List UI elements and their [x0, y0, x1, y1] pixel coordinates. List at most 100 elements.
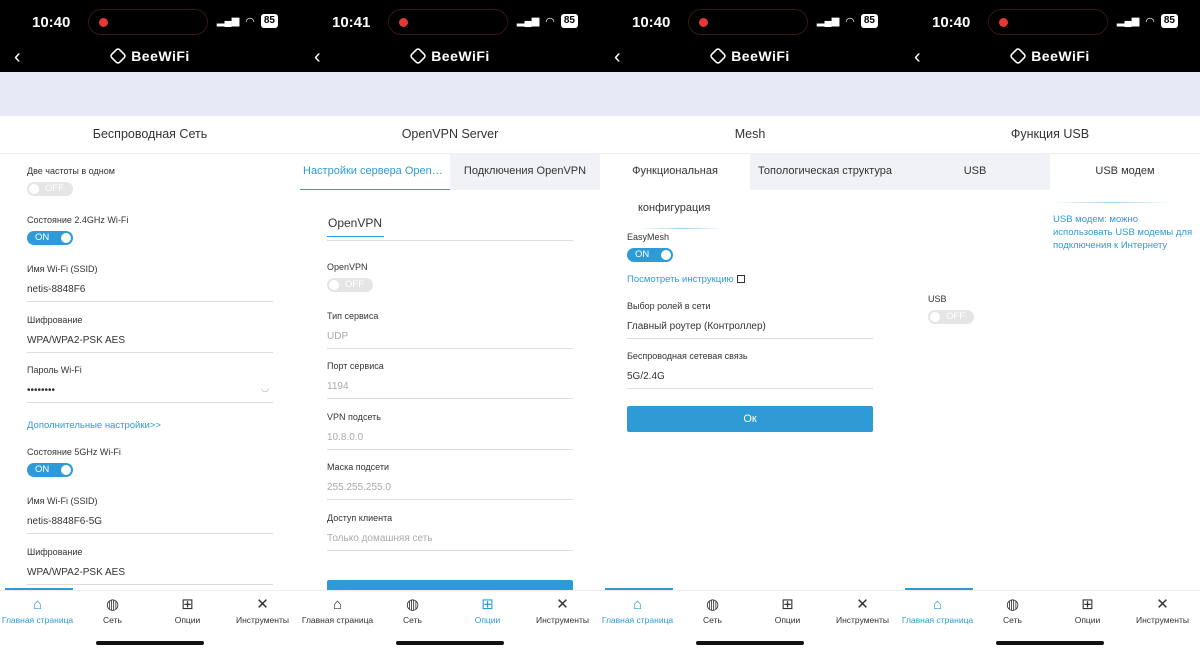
client-access-field: Доступ клиента Только домашняя сеть	[327, 513, 573, 551]
advanced-settings-link[interactable]: Дополнительные настройки>>	[27, 420, 161, 431]
tab-tools[interactable]: ✕ Инструменты	[825, 591, 900, 630]
wifi-icon: ◠	[1145, 15, 1155, 28]
backhaul-select[interactable]: 5G/2.4G	[627, 371, 873, 389]
field-label: Пароль Wi-Fi	[27, 365, 82, 375]
nav-bar: ‹ BeeWiFi	[300, 44, 600, 72]
tab-topology[interactable]: Топологическая структура	[750, 154, 900, 190]
status-bar: 10:40 ▂▄▆ ◠ 85	[900, 0, 1200, 44]
tools-icon: ✕	[256, 596, 269, 613]
field-label: Беспроводная сетевая связь	[627, 351, 748, 361]
status-icons: ▂▄▆ ◠ 85	[817, 14, 878, 28]
service-port-field: Порт сервиса 1194	[327, 361, 573, 399]
tab-home[interactable]: ⌂ Главная страница	[0, 591, 75, 630]
wifi-24-toggle[interactable]: ON	[27, 231, 73, 245]
record-dot-icon	[399, 18, 408, 27]
phone-mesh: 10:40 ▂▄▆ ◠ 85 ‹ BeeWiFi Mesh Функционал…	[600, 0, 900, 651]
status-icons: ▂▄▆ ◠ 85	[517, 14, 578, 28]
tab-functional-config-wrap[interactable]: конфигурация	[638, 202, 710, 214]
dual-band-field: Две частоты в одном OFF	[27, 166, 273, 196]
header-band	[900, 72, 1200, 116]
field-label: VPN подсеть	[327, 412, 381, 422]
field-label: Порт сервиса	[327, 361, 384, 371]
status-time: 10:40	[632, 14, 671, 31]
ok-button[interactable]: Ок	[627, 406, 873, 432]
field-label: Две частоты в одном	[27, 166, 115, 176]
tab-connections[interactable]: Подключения OpenVPN	[450, 154, 600, 190]
globe-icon: ◍	[705, 596, 720, 613]
openvpn-toggle[interactable]: OFF	[327, 278, 373, 292]
field-label: Состояние 5GHz Wi-Fi	[27, 447, 121, 457]
openvpn-form: OpenVPN OpenVPN OFF Тип сервиса UDP Порт…	[300, 190, 600, 590]
encryption-24-field: Шифрование WPA/WPA2-PSK AES	[27, 315, 273, 353]
section-title: OpenVPN	[327, 216, 385, 237]
easymesh-toggle[interactable]: ON	[627, 248, 673, 262]
easymesh-field: EasyMesh ON	[627, 232, 873, 262]
role-select[interactable]: Главный роутер (Контроллер)	[627, 321, 873, 339]
status-icons: ▂▄▆ ◠ 85	[217, 14, 278, 28]
brand-logo: BeeWiFi	[0, 46, 300, 66]
service-port-input[interactable]: 1194	[327, 381, 573, 399]
nav-bar: ‹ BeeWiFi	[900, 44, 1200, 72]
tab-network[interactable]: ◍ Сеть	[675, 591, 750, 630]
battery-icon: 85	[860, 14, 878, 28]
tools-icon: ✕	[556, 596, 569, 613]
signal-icon: ▂▄▆	[516, 15, 540, 27]
external-link-icon	[736, 275, 745, 283]
status-time: 10:40	[932, 14, 971, 31]
tab-network[interactable]: ◍ Сеть	[75, 591, 150, 630]
tab-usb-modem[interactable]: USB модем	[1050, 154, 1200, 190]
client-access-select[interactable]: Только домашняя сеть	[327, 533, 573, 551]
subnet-mask-input[interactable]: 255.255.255.0	[327, 482, 573, 500]
tab-options[interactable]: ⊞ Опции	[1050, 591, 1125, 630]
beewifi-logo-icon	[409, 46, 428, 66]
home-indicator	[396, 641, 504, 645]
mesh-form: EasyMesh ON Посмотреть инструкцию Выбор …	[600, 230, 900, 590]
dynamic-island	[88, 9, 208, 35]
encryption-5-select[interactable]: WPA/WPA2-PSK AES	[27, 567, 273, 585]
service-type-select[interactable]: UDP	[327, 331, 573, 349]
tab-tools[interactable]: ✕ Инструменты	[525, 591, 600, 630]
grid-icon: ⊞	[481, 596, 494, 613]
nav-bar: ‹ BeeWiFi	[600, 44, 900, 72]
subnet-mask-field: Маска подсети 255.255.255.0	[327, 462, 573, 500]
tab-network[interactable]: ◍ Сеть	[375, 591, 450, 630]
phone-wireless: 10:40 ▂▄▆ ◠ 85 ‹ BeeWiFi Беспроводная Се…	[0, 0, 300, 651]
save-button[interactable]	[327, 580, 573, 590]
tab-home[interactable]: ⌂ Главная страница	[600, 591, 675, 630]
globe-icon: ◍	[105, 596, 120, 613]
tab-home[interactable]: ⌂ Главная страница	[900, 591, 975, 630]
mesh-subtabs: Функциональная Топологическая структура	[600, 154, 900, 190]
ssid-24-input[interactable]: netis-8848F6	[27, 284, 273, 302]
ssid-5-input[interactable]: netis-8848F6-5G	[27, 516, 273, 534]
tab-options[interactable]: ⊞ Опции	[150, 591, 225, 630]
wifi-icon: ◠	[845, 15, 855, 28]
tab-usb[interactable]: USB	[900, 154, 1050, 190]
view-instruction-link[interactable]: Посмотреть инструкцию	[627, 274, 745, 285]
vpn-subnet-input[interactable]: 10.8.0.0	[327, 432, 573, 450]
grid-icon: ⊞	[781, 596, 794, 613]
tab-options[interactable]: ⊞ Опции	[750, 591, 825, 630]
tab-options[interactable]: ⊞ Опции	[450, 591, 525, 630]
battery-icon: 85	[1160, 14, 1178, 28]
beewifi-logo-icon	[709, 46, 728, 66]
battery-icon: 85	[260, 14, 278, 28]
home-indicator	[696, 641, 804, 645]
ssid-5-field: Имя Wi-Fi (SSID) netis-8848F6-5G	[27, 496, 273, 534]
usb-toggle[interactable]: OFF	[928, 310, 974, 324]
encryption-24-select[interactable]: WPA/WPA2-PSK AES	[27, 335, 273, 353]
tab-tools[interactable]: ✕ Инструменты	[1125, 591, 1200, 630]
tab-network[interactable]: ◍ Сеть	[975, 591, 1050, 630]
dynamic-island	[388, 9, 508, 35]
dual-band-toggle[interactable]: OFF	[27, 182, 73, 196]
beewifi-logo-icon	[1009, 46, 1028, 66]
wifi-5-toggle[interactable]: ON	[27, 463, 73, 477]
tab-home[interactable]: ⌂ Главная страница	[300, 591, 375, 630]
eye-closed-icon[interactable]: ◡	[261, 383, 269, 394]
backhaul-field: Беспроводная сетевая связь 5G/2.4G	[627, 351, 873, 389]
tab-functional-config[interactable]: Функциональная	[600, 154, 750, 190]
password-24-input[interactable]: •••••••• ◡	[27, 383, 273, 403]
field-label: USB	[928, 294, 947, 304]
tab-tools[interactable]: ✕ Инструменты	[225, 591, 300, 630]
active-subtab-indicator	[640, 228, 725, 229]
tab-server-settings[interactable]: Настройки сервера OpenV...	[300, 154, 450, 190]
